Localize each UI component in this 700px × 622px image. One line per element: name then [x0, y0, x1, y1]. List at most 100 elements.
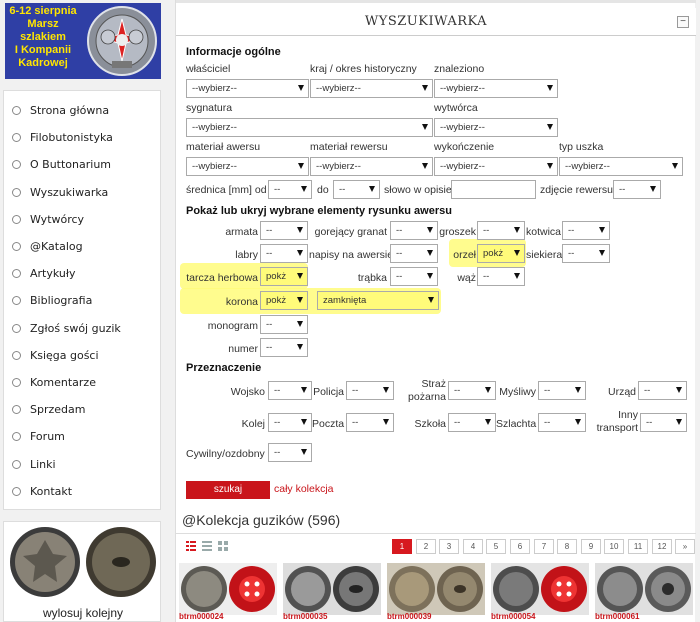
mantling-select[interactable]: --	[260, 244, 308, 263]
button-code[interactable]: btrm000054	[491, 612, 535, 621]
dropdown-arrow-icon	[297, 321, 303, 327]
eagle-select[interactable]: pokż	[477, 244, 525, 263]
anchor-select[interactable]: --	[562, 221, 610, 240]
military-select[interactable]: --	[268, 381, 312, 400]
office-select[interactable]: --	[638, 381, 687, 400]
dropdown-arrow-icon	[650, 186, 656, 192]
menu-item[interactable]: Forum	[4, 423, 160, 450]
dropdown-arrow-icon	[383, 419, 389, 425]
page-link[interactable]: 9	[581, 539, 601, 554]
monogram-select[interactable]: --	[260, 315, 308, 334]
diameter-from-select[interactable]: --	[268, 180, 312, 199]
menu-item[interactable]: Zgłoś swój guzik	[4, 315, 160, 342]
next-page-link[interactable]: »	[675, 539, 695, 554]
compact-list-icon[interactable]	[202, 541, 212, 551]
whole-collection-link[interactable]: cały kolekcja	[274, 483, 334, 495]
page-link[interactable]: 8	[557, 539, 577, 554]
menu-item[interactable]: Linki	[4, 450, 160, 477]
button-thumbnail[interactable]	[283, 563, 381, 615]
menu-item[interactable]: Kontakt	[4, 478, 160, 505]
shield-select[interactable]: pokż	[260, 267, 308, 286]
page-link[interactable]: 4	[463, 539, 483, 554]
axe-select[interactable]: --	[562, 244, 610, 263]
dropdown-arrow-icon	[514, 227, 520, 233]
cannon-select[interactable]: --	[260, 221, 308, 240]
diameter-to-select[interactable]: --	[333, 180, 380, 199]
dropdown-arrow-icon	[599, 250, 605, 256]
collapse-icon[interactable]: −	[677, 16, 689, 28]
menu-item[interactable]: Sprzedam	[4, 396, 160, 423]
page-link[interactable]: 6	[510, 539, 530, 554]
reverse-photo-select[interactable]: --	[613, 180, 661, 199]
railway-select[interactable]: --	[268, 413, 312, 432]
post-select[interactable]: --	[346, 413, 394, 432]
menu-item[interactable]: O Buttonarium	[4, 151, 160, 178]
page-link[interactable]: 2	[416, 539, 436, 554]
hunter-select[interactable]: --	[538, 381, 586, 400]
country-select[interactable]: --wybierz--	[310, 79, 433, 98]
random-button-photos[interactable]	[7, 526, 159, 598]
menu-item[interactable]: Księga gości	[4, 342, 160, 369]
owner-select[interactable]: --wybierz--	[186, 79, 309, 98]
grid-view-icon[interactable]	[218, 541, 228, 551]
search-header: WYSZUKIWARKA −	[176, 8, 696, 36]
menu-item[interactable]: Artykuły	[4, 260, 160, 287]
reverse-material-select[interactable]: --wybierz--	[310, 157, 433, 176]
button-code[interactable]: btrm000039	[387, 612, 431, 621]
page-link[interactable]: 3	[439, 539, 459, 554]
page-link[interactable]: 1	[392, 539, 412, 554]
obverse-material-select[interactable]: --wybierz--	[186, 157, 309, 176]
police-select[interactable]: --	[346, 381, 394, 400]
signature-select[interactable]: --wybierz--	[186, 118, 433, 137]
button-code[interactable]: btrm000035	[283, 612, 327, 621]
menu-item[interactable]: Filobutonistyka	[4, 124, 160, 151]
menu-item[interactable]: Wytwórcy	[4, 206, 160, 233]
button-thumbnail[interactable]	[387, 563, 485, 615]
nobility-select[interactable]: --	[538, 413, 586, 432]
draw-another-link[interactable]: wylosuj kolejny	[4, 606, 162, 620]
dropdown-arrow-icon	[575, 419, 581, 425]
other-transport-select[interactable]: --	[640, 413, 687, 432]
random-button-box: wylosuj kolejny	[3, 521, 161, 622]
hunter-label: Myśliwy	[499, 386, 536, 398]
event-banner[interactable]: 6-12 sierpnia Marsz szlakiem I Kompanii …	[5, 3, 161, 79]
number-select[interactable]: --	[260, 338, 308, 357]
anchor-value: --	[568, 225, 575, 236]
menu-item[interactable]: Komentarze	[4, 369, 160, 396]
bugle-select[interactable]: --	[390, 267, 438, 286]
button-thumbnail[interactable]	[595, 563, 693, 615]
crown-select[interactable]: pokż	[260, 291, 308, 310]
crown-type-select[interactable]: zamknięta	[317, 291, 439, 310]
menu-item[interactable]: @Katalog	[4, 233, 160, 260]
civilian-select[interactable]: --	[268, 443, 312, 462]
menu-label: Komentarze	[30, 375, 96, 389]
grenade-select[interactable]: --	[390, 221, 438, 240]
page-link[interactable]: 7	[534, 539, 554, 554]
maker-select[interactable]: --wybierz--	[434, 118, 558, 137]
button-code[interactable]: btrm000061	[595, 612, 639, 621]
page-link[interactable]: 12	[652, 539, 672, 554]
snake-select[interactable]: --	[477, 267, 525, 286]
button-thumbnail[interactable]	[491, 563, 589, 615]
page-link[interactable]: 10	[604, 539, 624, 554]
pea-select[interactable]: --	[477, 221, 525, 240]
school-select[interactable]: --	[448, 413, 496, 432]
dropdown-arrow-icon	[672, 163, 678, 169]
page-link[interactable]: 11	[628, 539, 648, 554]
menu-item[interactable]: Bibliografia	[4, 287, 160, 314]
menu-item[interactable]: Wyszukiwarka	[4, 179, 160, 206]
finish-select[interactable]: --wybierz--	[434, 157, 558, 176]
description-word-input[interactable]	[451, 180, 536, 199]
inscriptions-select[interactable]: --	[390, 244, 438, 263]
fire-brigade-select[interactable]: --	[448, 381, 496, 400]
shank-type-select[interactable]: --wybierz--	[559, 157, 683, 176]
found-select[interactable]: --wybierz--	[434, 79, 558, 98]
page-link[interactable]: 5	[486, 539, 506, 554]
button-code[interactable]: btrm000024	[179, 612, 223, 621]
menu-item[interactable]: Strona główna	[4, 97, 160, 124]
dropdown-arrow-icon	[301, 419, 307, 425]
search-button[interactable]: szukaj	[186, 481, 270, 499]
collection-divider	[176, 533, 696, 534]
button-thumbnail[interactable]	[179, 563, 277, 615]
list-view-icon[interactable]	[186, 541, 196, 551]
